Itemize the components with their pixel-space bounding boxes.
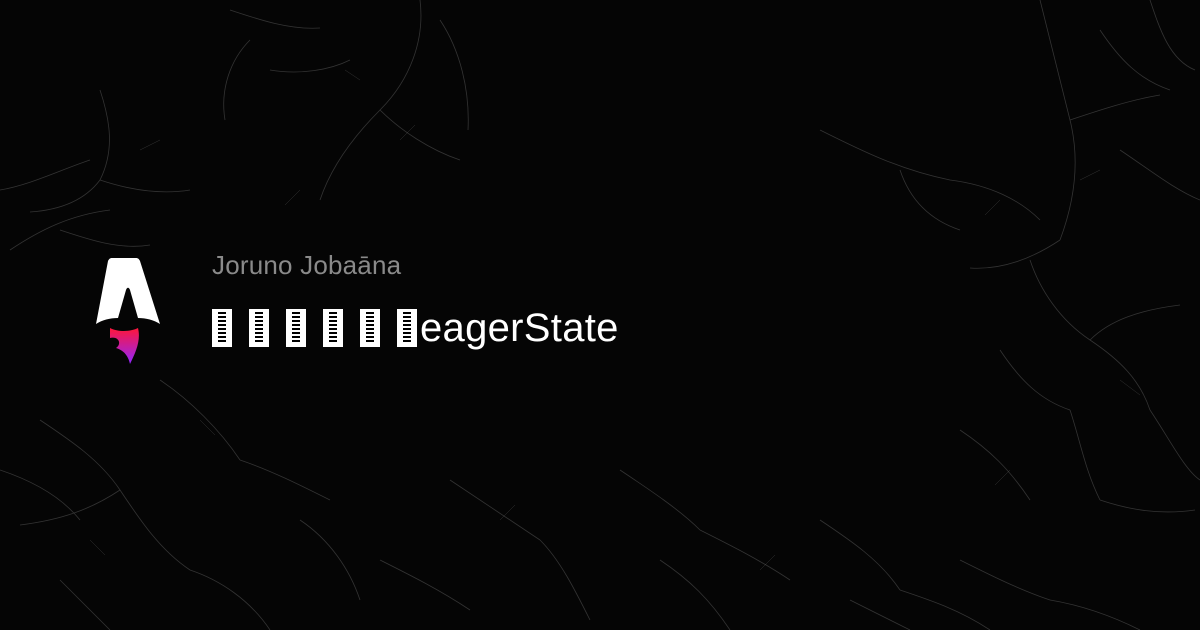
missing-glyph-boxes [212, 309, 420, 347]
astro-logo-icon [96, 258, 160, 364]
post-info: Joruno Jobaāna eagerState [212, 252, 619, 350]
og-card: Joruno Jobaāna eagerState [0, 0, 1200, 630]
missing-glyph-icon [212, 309, 232, 347]
missing-glyph-icon [323, 309, 343, 347]
missing-glyph-icon [397, 309, 417, 347]
post-title: eagerState [212, 306, 619, 350]
post-title-text: eagerState [420, 306, 619, 350]
missing-glyph-icon [286, 309, 306, 347]
author-name: Joruno Jobaāna [212, 250, 402, 280]
missing-glyph-icon [360, 309, 380, 347]
missing-glyph-icon [249, 309, 269, 347]
